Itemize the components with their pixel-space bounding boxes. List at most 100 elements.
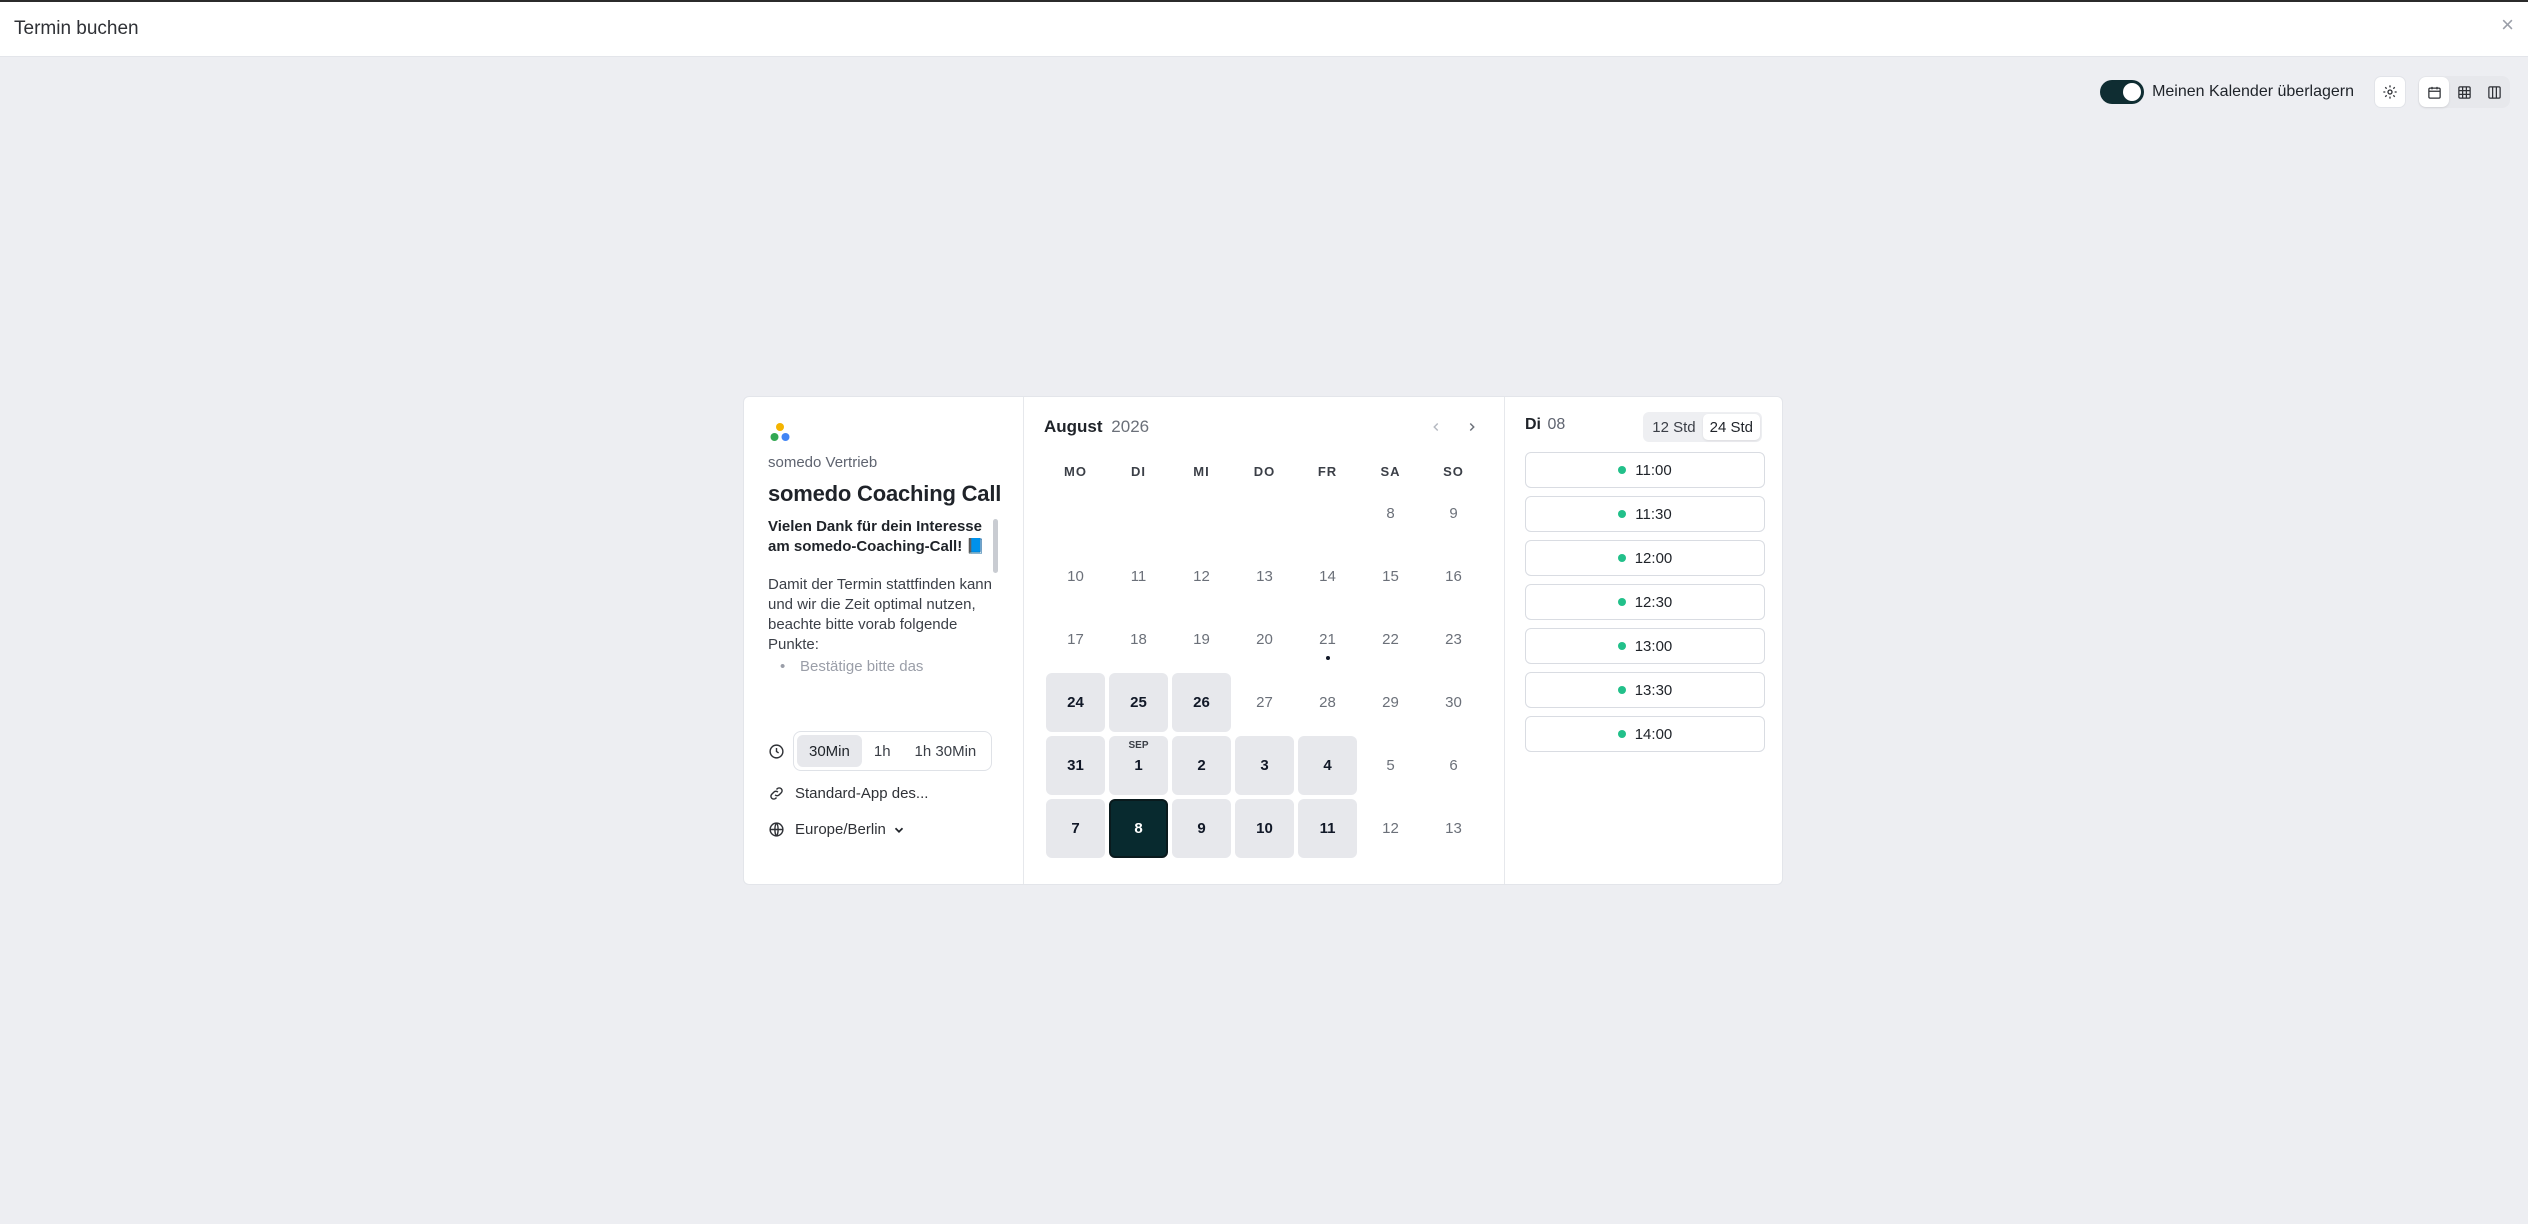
day-number: 10 <box>1256 820 1273 837</box>
time-slots-panel: Di 08 12 Std 24 Std 11:00 11:30 12:00 12:30… <box>1505 397 1782 884</box>
time-format-12h[interactable]: 12 Std <box>1645 414 1702 440</box>
calendar-day[interactable]: 26 <box>1172 673 1231 732</box>
weekday-label: FR <box>1317 464 1338 479</box>
calendar-month: August <box>1044 417 1103 436</box>
calendar-day[interactable]: 31 <box>1046 736 1105 795</box>
time-format-toggle: 12 Std 24 Std <box>1643 412 1762 442</box>
modal-header: Termin buchen × <box>0 0 2528 57</box>
calendar-year: 2026 <box>1111 417 1150 436</box>
description-bullet: Bestätige bitte das <box>768 657 996 677</box>
availability-dot-icon <box>1617 642 1626 650</box>
day-number: 11 <box>1319 820 1336 837</box>
day-number: 14 <box>1319 568 1336 585</box>
description-text: Damit der Termin stattfinden kann und wi… <box>768 576 992 653</box>
day-number: 19 <box>1193 631 1210 648</box>
description-scrollbar[interactable] <box>993 519 998 573</box>
calendar-day[interactable]: 11 <box>1298 799 1357 858</box>
timezone-select[interactable]: Europe/Berlin <box>768 821 906 838</box>
chevron-right-icon <box>1469 422 1475 432</box>
settings-button[interactable] <box>2374 76 2406 108</box>
duration-row: 30Min 1h 1h 30Min <box>768 731 993 771</box>
calendar-day[interactable]: 25 <box>1109 673 1168 732</box>
calendar-day[interactable]: 9 <box>1172 799 1231 858</box>
time-slot-label: 13:30 <box>1634 681 1673 699</box>
weekday-label: DI <box>1131 464 1146 479</box>
calendar-day: 8 <box>1361 484 1420 543</box>
overlay-calendar-toggle[interactable] <box>2100 80 2145 104</box>
time-slot-label: 12:30 <box>1634 593 1673 611</box>
calendar-day: 19 <box>1172 610 1231 669</box>
day-number: 24 <box>1067 694 1084 711</box>
duration-option-1h30min[interactable]: 1h 30Min <box>903 735 989 767</box>
month-view-button[interactable] <box>2419 77 2449 107</box>
weekday-label: MI <box>1193 464 1210 479</box>
time-slot-button[interactable]: 13:00 <box>1525 628 1765 664</box>
day-number: 25 <box>1130 694 1147 711</box>
calendar-day: 22 <box>1361 610 1420 669</box>
calendar-day[interactable]: 7 <box>1046 799 1105 858</box>
day-number: 11 <box>1130 568 1147 585</box>
calendar-day: 29 <box>1361 673 1420 732</box>
calendar-day: 13 <box>1424 799 1483 858</box>
availability-dot-icon <box>1618 466 1627 474</box>
calendar-day: 18 <box>1109 610 1168 669</box>
column-view-button[interactable] <box>2479 77 2509 107</box>
day-number: 5 <box>1386 757 1395 774</box>
gear-icon <box>2383 85 2397 99</box>
calendar-day: 11 <box>1109 547 1168 606</box>
time-slot-button[interactable]: 12:30 <box>1525 584 1765 620</box>
next-month-button[interactable] <box>1460 415 1484 439</box>
time-slot-button[interactable]: 11:00 <box>1525 452 1765 488</box>
duration-selector: 30Min 1h 1h 30Min <box>793 731 993 771</box>
location-text: Standard-App des... <box>795 785 929 802</box>
booking-card: somedo Vertrieb somedo Coaching Call Vie… <box>743 396 1783 885</box>
calendar-day[interactable]: 24 <box>1046 673 1105 732</box>
calendar-day[interactable]: 10 <box>1235 799 1294 858</box>
time-slot-label: 11:30 <box>1635 505 1672 523</box>
month-calendar: August 2026 MO DI MI DO FR SA SO 8 9 10 11 1… <box>1024 397 1505 884</box>
time-slot-button[interactable]: 11:30 <box>1525 496 1765 532</box>
weekday-label: MO <box>1064 464 1087 479</box>
calendar-icon <box>2427 86 2441 99</box>
today-indicator <box>1325 656 1330 660</box>
modal-title: Termin buchen <box>14 18 139 39</box>
previous-month-button[interactable] <box>1424 415 1448 439</box>
availability-dot-icon <box>1618 510 1627 518</box>
location-row: Standard-App des... <box>768 785 928 802</box>
calendar-day[interactable]: 2 <box>1172 736 1231 795</box>
calendar-day-selected[interactable]: 8 <box>1109 799 1168 858</box>
weekday-label: DO <box>1253 464 1276 479</box>
day-number: 12 <box>1193 568 1210 585</box>
time-slot-button[interactable]: 14:00 <box>1525 716 1765 752</box>
calendar-day: 12 <box>1361 799 1420 858</box>
availability-dot-icon <box>1617 554 1626 562</box>
day-number: 22 <box>1382 631 1399 648</box>
day-number: 3 <box>1260 757 1269 774</box>
calendar-day: 6 <box>1424 736 1483 795</box>
calendar-day: 20 <box>1235 610 1294 669</box>
time-slot-button[interactable]: 13:30 <box>1525 672 1765 708</box>
calendar-day[interactable]: 3 <box>1235 736 1294 795</box>
day-number: 31 <box>1067 757 1084 774</box>
calendar-day: 5 <box>1361 736 1420 795</box>
description-heading: Vielen Dank für dein Interesse am somedo… <box>768 518 986 555</box>
availability-dot-icon <box>1617 598 1626 606</box>
organizer-name: somedo Vertrieb <box>768 454 878 471</box>
close-icon[interactable]: × <box>2501 14 2514 36</box>
calendar-day[interactable]: 4 <box>1298 736 1357 795</box>
day-number: 23 <box>1445 631 1462 648</box>
day-number: 4 <box>1323 757 1332 774</box>
day-number: 28 <box>1319 694 1336 711</box>
time-slot-label: 13:00 <box>1634 637 1673 655</box>
time-format-24h[interactable]: 24 Std <box>1702 414 1760 440</box>
week-view-button[interactable] <box>2449 77 2479 107</box>
day-number: 21 <box>1319 631 1336 648</box>
calendar-day[interactable]: SEP 1 <box>1109 736 1168 795</box>
time-slot-button[interactable]: 12:00 <box>1525 540 1765 576</box>
duration-option-30min[interactable]: 30Min <box>797 735 862 767</box>
globe-icon <box>769 822 784 837</box>
day-number: 26 <box>1193 694 1210 711</box>
duration-option-1h[interactable]: 1h <box>862 735 903 767</box>
event-description[interactable]: Vielen Dank für dein Interesse am somedo… <box>768 517 996 691</box>
calendar-day: 30 <box>1424 673 1483 732</box>
